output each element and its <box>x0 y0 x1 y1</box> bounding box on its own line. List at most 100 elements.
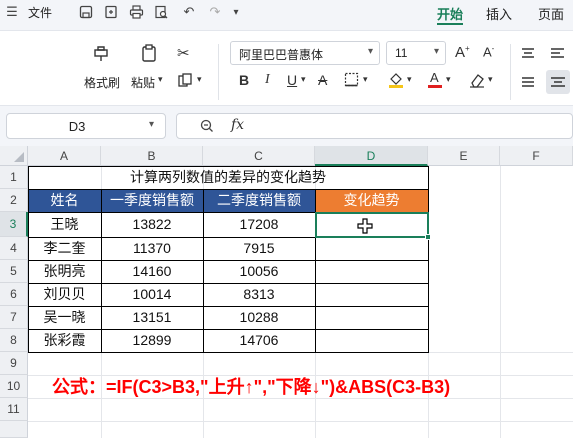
paste-dropdown-icon[interactable]: ▾ <box>158 74 163 85</box>
hamburger-menu-icon[interactable]: ☰ <box>4 4 20 20</box>
underline-dropdown-icon[interactable]: ▾ <box>301 74 306 85</box>
row-header-7[interactable]: 7 <box>0 306 28 329</box>
row-header-8[interactable]: 8 <box>0 329 28 352</box>
print-icon[interactable] <box>128 4 144 20</box>
column-header-f[interactable]: F <box>500 146 573 166</box>
save-icon[interactable] <box>78 4 94 20</box>
function-icon[interactable]: fx <box>231 117 244 133</box>
bold-icon[interactable]: B <box>239 72 249 88</box>
export-icon[interactable] <box>103 4 119 20</box>
file-menu[interactable]: 文件 <box>28 4 52 21</box>
formula-input[interactable]: fx <box>176 113 573 139</box>
print-preview-icon[interactable] <box>153 4 169 20</box>
cell-q1[interactable]: 13151 <box>101 306 203 329</box>
tab-page[interactable]: 页面 <box>538 4 564 23</box>
cut-icon[interactable]: ✂ <box>177 44 190 62</box>
cell-trend[interactable] <box>315 306 428 329</box>
row-header-6[interactable]: 6 <box>0 283 28 306</box>
table-border <box>28 329 429 330</box>
cell-q2[interactable]: 17208 <box>203 212 315 237</box>
cell-trend[interactable] <box>315 260 428 283</box>
copy-icon[interactable] <box>177 72 193 91</box>
header-q2-sales[interactable]: 二季度销售额 <box>203 189 315 212</box>
table-border <box>428 166 429 353</box>
format-painter-label[interactable]: 格式刷 <box>84 74 120 91</box>
align-center-icon[interactable] <box>546 70 570 94</box>
clear-format-dropdown-icon[interactable]: ▾ <box>488 74 493 85</box>
cell-cursor-icon <box>357 218 373 237</box>
table-border <box>28 306 429 307</box>
tab-home[interactable]: 开始 <box>437 4 463 23</box>
svg-text:A: A <box>430 70 439 85</box>
fill-color-icon[interactable] <box>388 70 404 91</box>
cell-name[interactable]: 李二奎 <box>28 237 101 260</box>
italic-icon[interactable]: I <box>265 72 270 88</box>
zoom-formula-icon[interactable] <box>199 118 215 137</box>
cell-trend[interactable] <box>315 237 428 260</box>
row-header-5[interactable]: 5 <box>0 260 28 283</box>
fill-color-dropdown-icon[interactable]: ▾ <box>407 74 412 85</box>
column-header-d[interactable]: D <box>315 146 428 166</box>
select-all-corner[interactable] <box>0 146 28 166</box>
cell-trend[interactable] <box>315 283 428 306</box>
cell-q2[interactable]: 10288 <box>203 306 315 329</box>
cell-q2[interactable]: 8313 <box>203 283 315 306</box>
increase-font-icon[interactable]: A+ <box>455 44 470 61</box>
redo-icon[interactable]: ↷ <box>207 4 223 20</box>
row-header-1[interactable]: 1 <box>0 166 28 189</box>
ribbon-separator <box>510 44 511 100</box>
cell-name[interactable]: 张彩霞 <box>28 329 101 352</box>
row-header-2[interactable]: 2 <box>0 189 28 212</box>
row-header-3[interactable]: 3 <box>0 212 28 237</box>
cell-name[interactable]: 吴一晓 <box>28 306 101 329</box>
formula-note[interactable]: 公式：=IF(C3>B3,"上升↑","下降↓")&ABS(C3-B3) <box>52 376 450 398</box>
header-name[interactable]: 姓名 <box>28 189 101 212</box>
format-painter-icon[interactable] <box>90 42 112 64</box>
row-header-9[interactable]: 9 <box>0 352 28 375</box>
paste-icon[interactable] <box>138 42 160 64</box>
column-header-e[interactable]: E <box>428 146 500 166</box>
paste-label[interactable]: 粘贴 <box>131 74 155 91</box>
row-header-10[interactable]: 10 <box>0 375 28 398</box>
align-top-icon[interactable] <box>516 42 540 66</box>
column-header-b[interactable]: B <box>101 146 203 166</box>
row-header-11[interactable]: 11 <box>0 398 28 421</box>
cell-q2[interactable]: 7915 <box>203 237 315 260</box>
font-name-select[interactable]: 阿里巴巴普惠体 ▾ <box>230 41 380 65</box>
cell-name[interactable]: 刘贝贝 <box>28 283 101 306</box>
underline-icon[interactable]: U <box>287 72 297 88</box>
border-icon[interactable] <box>344 72 359 90</box>
header-q1-sales[interactable]: 一季度销售额 <box>101 189 203 212</box>
undo-icon[interactable]: ↶ <box>181 4 197 20</box>
name-box[interactable]: D3 ▾ <box>6 113 166 139</box>
cell-name[interactable]: 张明亮 <box>28 260 101 283</box>
align-left-icon[interactable] <box>546 42 570 66</box>
quick-access-dropdown-icon[interactable]: ▾ <box>228 4 244 20</box>
cell-q2[interactable]: 14706 <box>203 329 315 352</box>
tab-insert[interactable]: 插入 <box>486 4 512 23</box>
row-header-4[interactable]: 4 <box>0 237 28 260</box>
clear-format-icon[interactable] <box>469 72 485 91</box>
cell-q1[interactable]: 12899 <box>101 329 203 352</box>
column-header-a[interactable]: A <box>28 146 101 166</box>
row-header-12[interactable] <box>0 421 28 438</box>
cell-q1[interactable]: 13822 <box>101 212 203 237</box>
column-header-c[interactable]: C <box>203 146 315 166</box>
font-size-select[interactable]: 11 ▾ <box>386 41 446 65</box>
decrease-font-icon[interactable]: A- <box>483 44 494 59</box>
copy-dropdown-icon[interactable]: ▾ <box>197 74 202 85</box>
font-color-icon[interactable]: A <box>428 70 442 91</box>
font-color-dropdown-icon[interactable]: ▾ <box>446 74 451 85</box>
align-middle-icon[interactable] <box>516 70 540 94</box>
cell-name[interactable]: 王晓 <box>28 212 101 237</box>
fill-handle[interactable] <box>425 234 431 240</box>
cell-q1[interactable]: 11370 <box>101 237 203 260</box>
table-title[interactable]: 计算两列数值的差异的变化趋势 <box>28 166 428 189</box>
cell-trend[interactable] <box>315 329 428 352</box>
cell-q1[interactable]: 14160 <box>101 260 203 283</box>
border-dropdown-icon[interactable]: ▾ <box>363 74 368 85</box>
cell-q1[interactable]: 10014 <box>101 283 203 306</box>
strikethrough-icon[interactable]: A <box>318 72 327 88</box>
cell-q2[interactable]: 10056 <box>203 260 315 283</box>
header-trend[interactable]: 变化趋势 <box>315 189 428 212</box>
